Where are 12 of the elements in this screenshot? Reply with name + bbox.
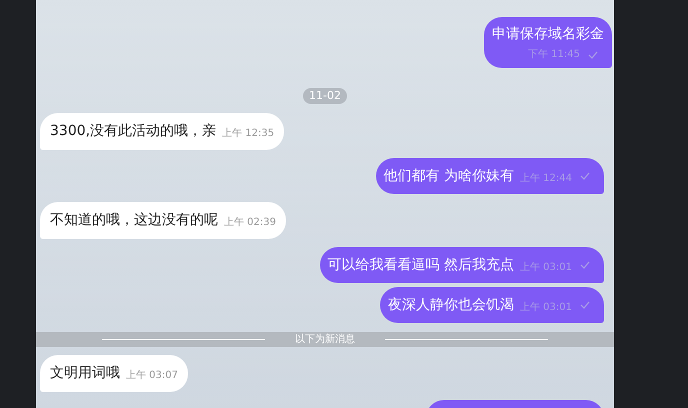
- message-bubble: 不知道的哦，这边没有的呢 上午 02:39: [40, 202, 286, 239]
- check-icon: [580, 172, 590, 180]
- message-bubble: 申请保存域名彩金 下午 11:45: [484, 17, 612, 68]
- check-icon: [580, 301, 590, 309]
- message-bubble: 可以给我看看逼吗 然后我充点 上午 03:01: [320, 247, 604, 283]
- message-bubble: 文明用词哦 上午 03:07: [40, 355, 188, 392]
- message-bubble: 他们都有 为啥你妹有 上午 12:44: [376, 158, 604, 194]
- check-icon: [580, 261, 590, 269]
- date-chip: 11-02: [303, 88, 347, 104]
- message-bubble: 夜深人静你也会饥渴 上午 03:01: [380, 287, 604, 323]
- check-icon: [588, 50, 598, 58]
- message-bubble: 3300,没有此活动的哦，亲 上午 12:35: [40, 113, 284, 150]
